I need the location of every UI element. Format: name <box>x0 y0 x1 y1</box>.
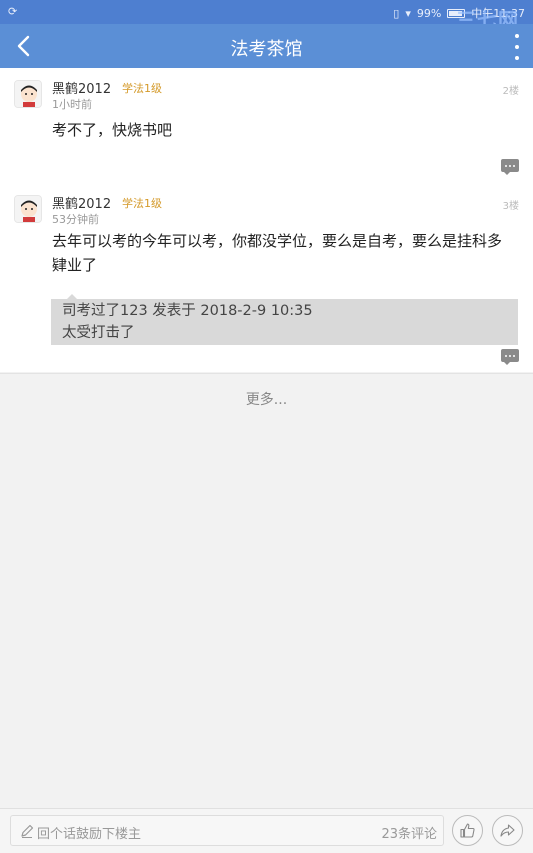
share-button[interactable] <box>492 815 523 846</box>
username[interactable]: 黑鹤2012 <box>52 78 111 97</box>
post-time: 53分钟前 <box>52 213 99 226</box>
quote-header: 司考过了123 发表于 2018-2-9 10:35 <box>62 303 313 319</box>
user-level-badge: 学法1级 <box>122 197 162 210</box>
comment-input[interactable]: 回个话鼓励下楼主 23条评论 <box>10 815 444 846</box>
status-bar: ⟳ ▯ ▾ 99% 中午11:37 三七网 <box>0 0 533 32</box>
comment-placeholder: 回个话鼓励下楼主 <box>37 827 142 842</box>
vibrate-icon: ▯ <box>393 6 400 20</box>
username[interactable]: 黑鹤2012 <box>52 193 111 212</box>
comment-text: 考不了，快烧书吧 <box>52 121 173 139</box>
avatar[interactable] <box>14 195 42 223</box>
floor-number: 2楼 <box>502 86 519 97</box>
battery-percent: 99% <box>416 6 442 20</box>
post-time: 1小时前 <box>52 98 92 111</box>
wifi-icon: ▾ <box>405 6 411 20</box>
thumbs-up-icon <box>460 823 475 838</box>
comment-item: 黑鹤2012 学法1级 1小时前 2楼 考不了，快烧书吧 <box>0 68 533 183</box>
load-more-label: 更多... <box>245 392 288 408</box>
bottom-bar: 回个话鼓励下楼主 23条评论 <box>0 808 533 853</box>
comment-count[interactable]: 23条评论 <box>381 823 437 842</box>
more-vert-icon[interactable] <box>513 34 521 60</box>
quoted-reply: 司考过了123 发表于 2018-2-9 10:35 太受打击了 <box>51 294 518 345</box>
comment-item: 黑鹤2012 学法1级 53分钟前 3楼 去年可以考的今年可以考，你都没学位，要… <box>0 183 533 372</box>
thread-content: 黑鹤2012 学法1级 1小时前 2楼 考不了，快烧书吧 黑鹤2012 学法1级… <box>0 68 533 372</box>
comment-text: 去年可以考的今年可以考，你都没学位，要么是自考，要么是挂科多肄业了 <box>52 232 503 274</box>
floor-number: 3楼 <box>502 201 519 212</box>
load-more-button[interactable]: 更多... <box>0 373 533 423</box>
comment-icon[interactable] <box>501 349 519 365</box>
avatar[interactable] <box>14 80 42 108</box>
app-bar: 法考茶馆 <box>0 24 533 68</box>
quote-text: 太受打击了 <box>62 325 135 341</box>
comment-icon[interactable] <box>501 159 519 175</box>
page-title: 法考茶馆 <box>230 39 303 60</box>
user-level-badge: 学法1级 <box>122 82 162 95</box>
sync-icon: ⟳ <box>8 5 18 18</box>
share-icon <box>500 824 515 837</box>
pencil-icon <box>21 824 34 838</box>
like-button[interactable] <box>452 815 483 846</box>
